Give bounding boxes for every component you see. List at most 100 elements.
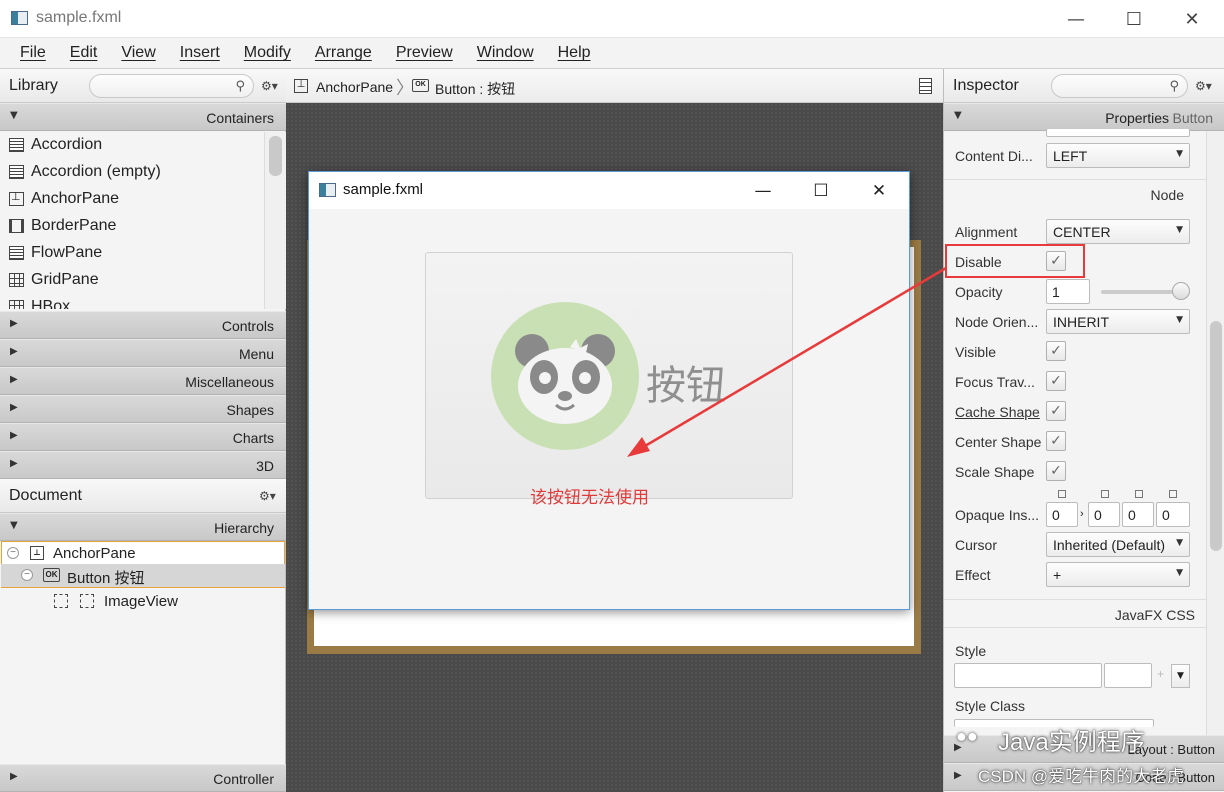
collapse-icon[interactable]: −: [7, 547, 19, 559]
flowpane-icon: [9, 246, 24, 260]
menu-modify[interactable]: Modify: [244, 44, 291, 62]
breadcrumb-child[interactable]: Button : 按钮: [435, 79, 515, 99]
scrollbar-thumb[interactable]: [269, 136, 282, 176]
section-3d[interactable]: ▶ 3D: [0, 451, 286, 479]
library-gear-icon[interactable]: ⚙▾: [261, 79, 278, 93]
accordion-icon: [9, 165, 24, 179]
inspector-search-input[interactable]: ⚲: [1051, 74, 1188, 98]
maximize-button[interactable]: ☐: [1105, 0, 1163, 38]
inset-bottom-input[interactable]: 0: [1122, 502, 1154, 527]
preview-title: sample.fxml: [343, 181, 424, 198]
subsection-label: Node: [1150, 187, 1184, 203]
section-containers[interactable]: ▼ Containers: [0, 103, 286, 131]
content-display-combo[interactable]: LEFT ▼: [1046, 143, 1190, 168]
inset-left-input[interactable]: 0: [1156, 502, 1190, 527]
node-orientation-combo[interactable]: INHERIT ▼: [1046, 309, 1190, 334]
style-dropdown-icon[interactable]: ▼: [1171, 664, 1190, 688]
menu-help[interactable]: Help: [558, 44, 591, 62]
tree-node-anchorpane[interactable]: − ⊥ AnchorPane: [1, 542, 285, 565]
library-item-borderpane[interactable]: BorderPane: [0, 213, 264, 240]
section-hierarchy[interactable]: ▼ Hierarchy: [0, 513, 286, 541]
collapse-icon[interactable]: −: [21, 569, 33, 581]
menu-edit[interactable]: Edit: [70, 44, 98, 62]
library-item-accordion[interactable]: Accordion: [0, 132, 264, 159]
collapsed-triangle-icon: ▶: [10, 318, 18, 329]
section-properties[interactable]: ▼ Properties : Button: [944, 103, 1224, 131]
button-icon: OK: [412, 79, 429, 92]
opacity-slider-thumb[interactable]: [1172, 282, 1190, 300]
section-controller[interactable]: ▶ Controller: [0, 764, 286, 792]
minimize-button[interactable]: —: [1047, 0, 1105, 38]
menu-view[interactable]: View: [121, 44, 155, 62]
alignment-combo[interactable]: CENTER ▼: [1046, 219, 1190, 244]
document-gear-icon[interactable]: ⚙▾: [259, 489, 276, 503]
style-input-2[interactable]: [1104, 663, 1152, 688]
menu-bar: File Edit View Insert Modify Arrange Pre…: [0, 38, 1224, 69]
input-value: 0: [1094, 507, 1102, 523]
effect-combo[interactable]: + ▼: [1046, 562, 1190, 587]
library-scrollbar[interactable]: [264, 132, 286, 309]
disabled-button[interactable]: 按钮: [425, 252, 793, 499]
tree-node-label: Button 按钮: [67, 570, 145, 587]
prop-label[interactable]: Cache Shape: [955, 404, 1040, 420]
center-shape-checkbox[interactable]: ✓: [1046, 431, 1066, 451]
prop-effect: Effect + ▼: [944, 560, 1206, 590]
add-icon[interactable]: +: [1157, 667, 1164, 681]
tree-node-button[interactable]: − OK Button 按钮: [1, 564, 285, 587]
menu-window[interactable]: Window: [477, 44, 534, 62]
subsection-node: Node: [944, 179, 1206, 209]
menu-arrange[interactable]: Arrange: [315, 44, 372, 62]
cache-shape-checkbox[interactable]: ✓: [1046, 401, 1066, 421]
section-shapes[interactable]: ▶ Shapes: [0, 395, 286, 423]
inspector-gear-icon[interactable]: ⚙▾: [1195, 79, 1212, 93]
combo-value: Inherited (Default): [1053, 537, 1166, 553]
dropdown-arrow-icon: ▼: [1176, 315, 1183, 325]
prop-label: Scale Shape: [955, 464, 1035, 480]
scrollbar-thumb[interactable]: [1210, 321, 1222, 551]
inset-top-input[interactable]: 0: [1046, 502, 1078, 527]
button-label: 按钮: [646, 364, 726, 408]
section-label: Hierarchy: [214, 520, 274, 536]
section-charts[interactable]: ▶ Charts: [0, 423, 286, 451]
library-item-anchorpane[interactable]: AnchorPane: [0, 186, 264, 213]
opacity-input[interactable]: 1: [1046, 279, 1090, 304]
imageview-icon: [80, 594, 94, 608]
wechat-icon: ●●: [956, 726, 978, 746]
cursor-combo[interactable]: Inherited (Default) ▼: [1046, 532, 1190, 557]
input-value: 1: [1052, 284, 1060, 300]
visible-checkbox[interactable]: ✓: [1046, 341, 1066, 361]
preview-close-button[interactable]: ✕: [850, 172, 908, 209]
focus-traversable-checkbox[interactable]: ✓: [1046, 371, 1066, 391]
inset-right-input[interactable]: 0: [1088, 502, 1120, 527]
expanded-triangle-icon: ▼: [954, 110, 962, 121]
section-menu[interactable]: ▶ Menu: [0, 339, 286, 367]
input-value: 0: [1128, 507, 1136, 523]
prop-label: Alignment: [955, 224, 1018, 240]
library-item-hbox[interactable]: HBox: [0, 294, 264, 309]
section-controls[interactable]: ▶ Controls: [0, 311, 286, 339]
menu-preview[interactable]: Preview: [396, 44, 453, 62]
breadcrumb-root[interactable]: AnchorPane: [316, 79, 393, 95]
document-icon[interactable]: [919, 78, 932, 94]
tree-node-imageview[interactable]: ImageView: [1, 590, 285, 613]
divider: [944, 627, 1206, 628]
prop-center-shape: Center Shape ✓: [944, 427, 1206, 457]
section-miscellaneous[interactable]: ▶ Miscellaneous: [0, 367, 286, 395]
scale-shape-checkbox[interactable]: ✓: [1046, 461, 1066, 481]
library-item-accordion-empty[interactable]: Accordion (empty): [0, 159, 264, 186]
link-arrow-icon[interactable]: ›: [1080, 508, 1084, 520]
style-input[interactable]: [954, 663, 1102, 688]
inset-bottom-icon: [1135, 490, 1143, 498]
prop-content-display: Content Di... LEFT ▼: [944, 141, 1206, 171]
prop-label: Center Shape: [955, 434, 1042, 450]
menu-insert[interactable]: Insert: [180, 44, 220, 62]
preview-maximize-button[interactable]: ☐: [792, 172, 850, 209]
library-item-gridpane[interactable]: GridPane: [0, 267, 264, 294]
library-search-input[interactable]: ⚲: [89, 74, 254, 98]
preview-minimize-button[interactable]: —: [734, 172, 792, 209]
close-button[interactable]: ✕: [1163, 0, 1221, 38]
inspector-scrollbar[interactable]: [1206, 131, 1224, 735]
dropdown-arrow-icon: ▼: [1176, 225, 1183, 235]
library-item-flowpane[interactable]: FlowPane: [0, 240, 264, 267]
menu-file[interactable]: File: [20, 44, 46, 62]
